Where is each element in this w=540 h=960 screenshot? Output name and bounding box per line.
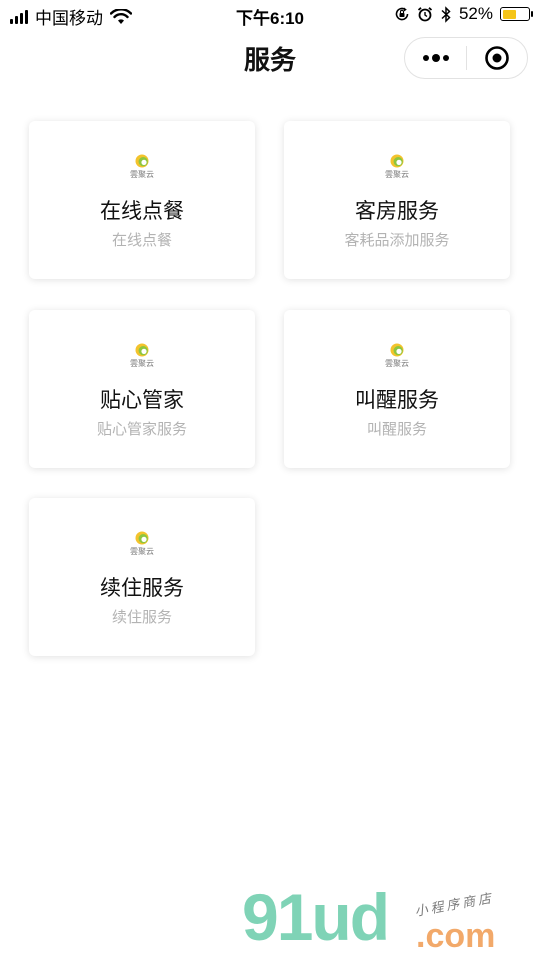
orientation-lock-icon: [395, 7, 409, 21]
service-subtitle: 客耗品添加服务: [344, 232, 450, 249]
service-subtitle: 叫醒服务: [366, 421, 427, 438]
status-bar: 中国移动 下午6:10 52%: [0, 0, 540, 30]
service-title: 续住服务: [100, 577, 184, 600]
service-subtitle: 续住服务: [111, 609, 172, 626]
brand-logo-icon: [135, 531, 149, 545]
battery-icon: [500, 7, 533, 21]
service-card-room-service[interactable]: 雲聚云 客房服务 客耗品添加服务: [284, 121, 510, 279]
brand-logo-text: 雲聚云: [130, 170, 154, 179]
close-button[interactable]: [467, 38, 527, 78]
brand-logo-icon: [135, 154, 149, 168]
brand-logo: 雲聚云: [284, 342, 510, 370]
service-card-extend-stay[interactable]: 雲聚云 续住服务 续住服务: [29, 498, 255, 656]
service-title: 叫醒服务: [355, 389, 439, 412]
brand-logo-icon: [390, 343, 404, 357]
service-card-online-ordering[interactable]: 雲聚云 在线点餐 在线点餐: [29, 121, 255, 279]
brand-logo-text: 雲聚云: [385, 170, 409, 179]
service-title: 贴心管家: [100, 389, 184, 412]
more-dots-icon: [422, 54, 449, 62]
brand-logo: 雲聚云: [284, 153, 510, 181]
watermark-tagline: 小程序商店: [413, 890, 495, 919]
watermark-domain: .com: [416, 917, 496, 955]
service-subtitle: 贴心管家服务: [96, 421, 187, 438]
service-card-wake-up-call[interactable]: 雲聚云 叫醒服务 叫醒服务: [284, 310, 510, 468]
status-right: 52%: [394, 4, 533, 24]
battery-percent: 52%: [458, 4, 493, 23]
watermark-brand: 91ud: [242, 880, 390, 954]
brand-logo: 雲聚云: [29, 342, 255, 370]
service-subtitle: 在线点餐: [111, 232, 172, 249]
battery-fill: [502, 9, 516, 19]
service-card-butler[interactable]: 雲聚云 贴心管家 贴心管家服务: [29, 310, 255, 468]
mini-program-capsule: [404, 37, 528, 79]
target-close-icon: [485, 46, 509, 70]
alarm-icon: [417, 7, 433, 22]
more-button[interactable]: [405, 38, 466, 78]
service-title: 客房服务: [355, 200, 439, 223]
brand-logo-text: 雲聚云: [385, 359, 409, 368]
service-title: 在线点餐: [100, 200, 184, 223]
brand-logo-icon: [135, 343, 149, 357]
watermark: 91ud 小程序商店 .com: [242, 884, 532, 960]
brand-logo: 雲聚云: [29, 530, 255, 558]
brand-logo-text: 雲聚云: [130, 547, 154, 556]
bluetooth-icon: [441, 5, 451, 23]
brand-logo-icon: [390, 154, 404, 168]
brand-logo-text: 雲聚云: [130, 359, 154, 368]
brand-logo: 雲聚云: [29, 153, 255, 181]
